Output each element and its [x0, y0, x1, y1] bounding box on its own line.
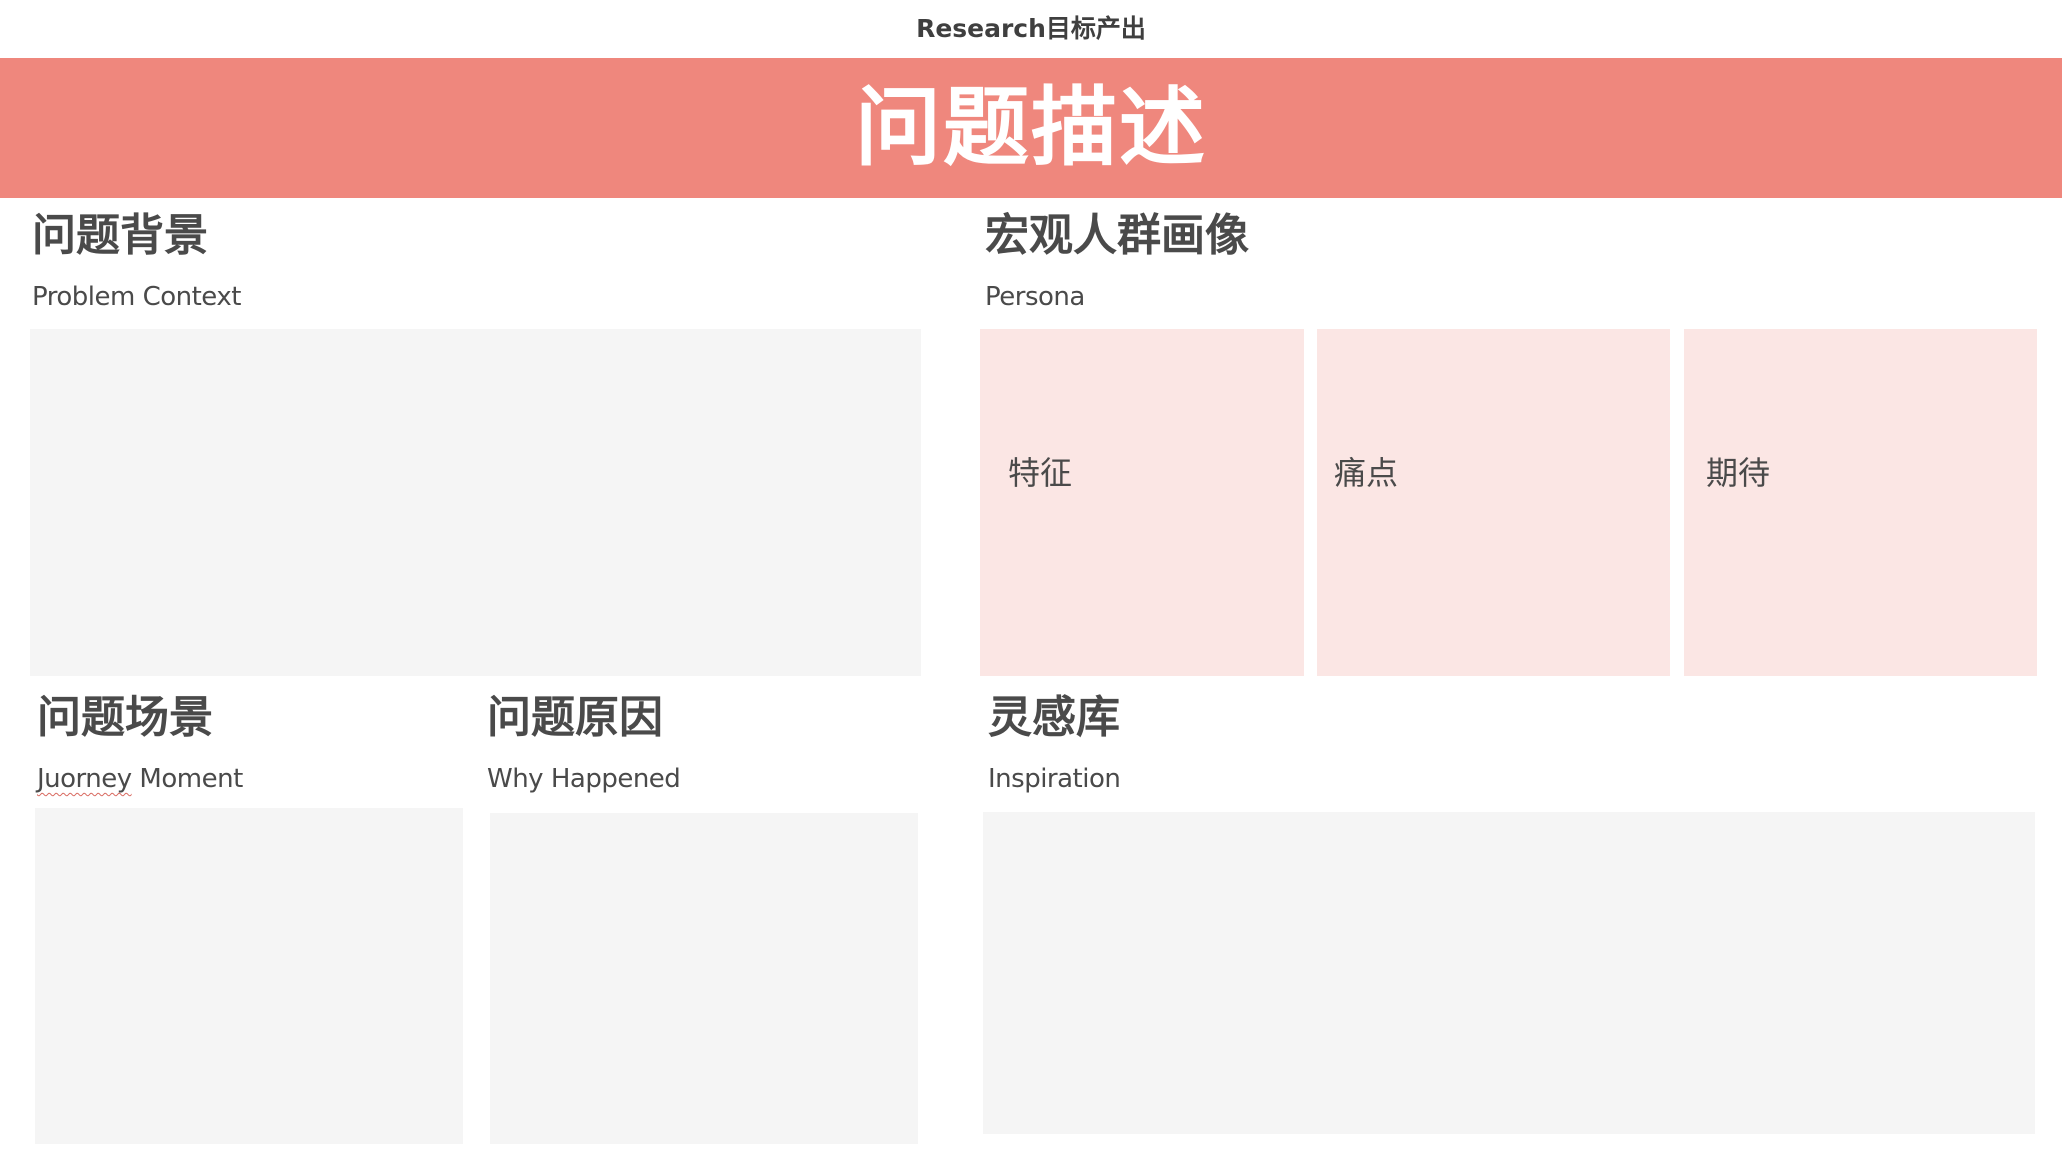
journey-moment-panel[interactable]: [35, 808, 463, 1144]
why-happened-panel[interactable]: [490, 813, 918, 1144]
persona-card-label: 痛点: [1334, 454, 1399, 492]
misspelled-word[interactable]: Juorney: [37, 764, 132, 794]
inspiration-subheading: Inspiration: [988, 764, 1121, 794]
persona-subheading: Persona: [985, 282, 1085, 312]
journey-moment-subheading-rest: Moment: [131, 764, 243, 794]
page-top-title: Research目标产出: [916, 14, 1146, 43]
persona-card-label: 特征: [1008, 454, 1073, 492]
problem-context-panel[interactable]: [30, 329, 921, 676]
journey-moment-heading: 问题场景: [37, 692, 213, 743]
why-happened-heading: 问题原因: [487, 692, 663, 743]
persona-heading: 宏观人群画像: [985, 210, 1249, 261]
problem-context-heading: 问题背景: [32, 210, 208, 261]
why-happened-subheading: Why Happened: [487, 764, 681, 794]
title-banner: 问题描述: [0, 58, 2062, 198]
persona-card-expectations[interactable]: 期待: [1684, 329, 2037, 676]
research-output-board: Research目标产出 问题描述 问题背景 Problem Context 宏…: [0, 0, 2062, 1154]
persona-card-pain-points[interactable]: 痛点: [1317, 329, 1670, 676]
problem-context-subheading: Problem Context: [32, 282, 241, 312]
persona-card-label: 期待: [1706, 454, 1771, 492]
persona-card-features[interactable]: 特征: [980, 329, 1304, 676]
inspiration-heading: 灵感库: [988, 692, 1120, 743]
inspiration-panel[interactable]: [983, 812, 2035, 1134]
banner-title: 问题描述: [855, 78, 1207, 178]
journey-moment-subheading: Juorney Moment: [37, 766, 243, 792]
